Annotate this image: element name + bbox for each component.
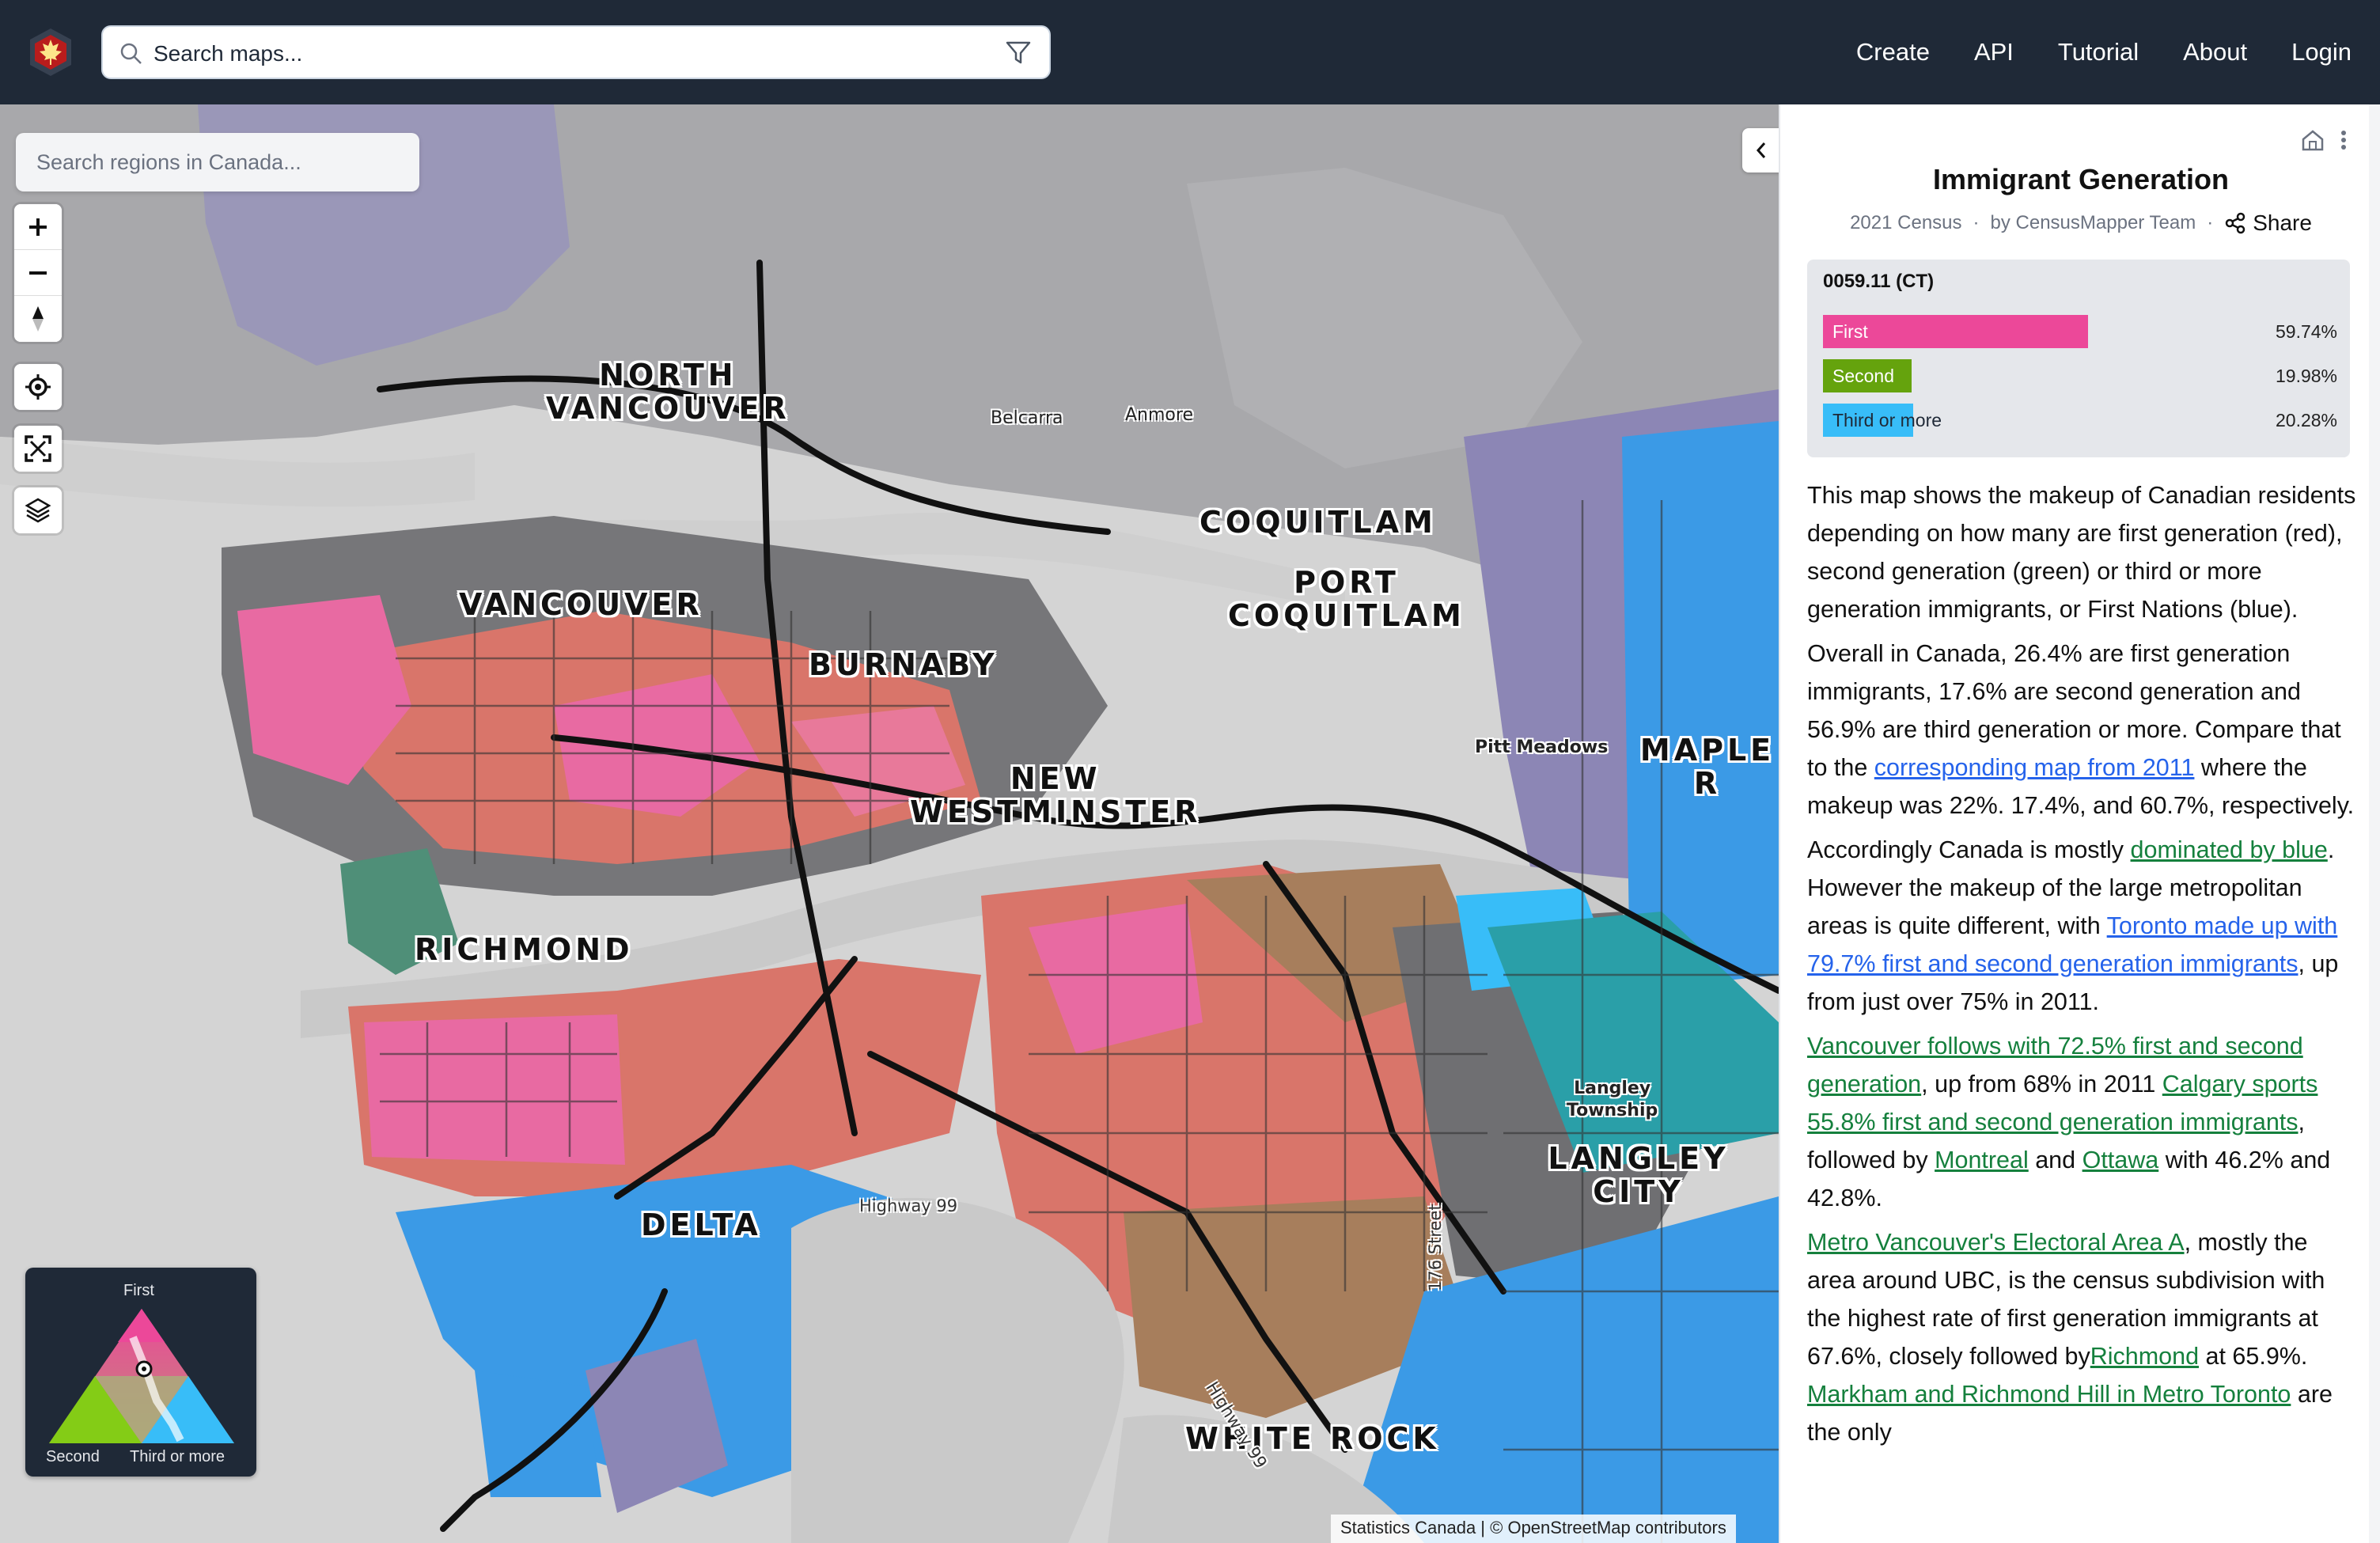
desc-paragraph-5: Metro Vancouver's Electoral Area A, most… [1807,1229,2333,1446]
share-icon [2225,212,2245,234]
bar-row-second: Second 19.98% [1823,359,2337,392]
city-label-vancouver: VANCOUVER [459,587,703,622]
link-montreal[interactable]: Montreal [1935,1147,2029,1173]
town-label-langley-township: Langley Township [1567,1079,1658,1120]
zoom-in-button[interactable] [14,204,62,250]
zoom-out-button[interactable] [14,250,62,296]
census-year: 2021 Census [1850,212,1962,233]
region-search-input[interactable] [16,133,419,191]
map-attribution[interactable]: Statistics Canada | © OpenStreetMap cont… [1331,1515,1736,1543]
panel-scrollbar[interactable] [2369,104,2380,1543]
ternary-legend: First Second Third or more [25,1268,256,1477]
nav-create[interactable]: Create [1856,38,1930,66]
nav-login[interactable]: Login [2291,38,2352,66]
geolocate-button[interactable] [14,364,62,410]
chevron-left-icon [1756,142,1766,158]
nav-about[interactable]: About [2183,38,2247,66]
city-label-delta: DELTA [641,1207,762,1242]
share-label: Share [2253,210,2312,235]
desc-paragraph-2: Overall in Canada, 26.4% are first gener… [1807,640,2355,819]
legend-label-first: First [123,1282,154,1299]
meta-separator: · [1973,212,1980,233]
reset-north-button[interactable] [14,296,62,342]
region-breakdown-card: 0059.11 (CT) First 59.74% Second 19.98% … [1807,260,2350,457]
link-electoral-area-a[interactable]: Metro Vancouver's Electoral Area A [1807,1229,2185,1256]
link-markham-richmond-hill[interactable]: Markham and Richmond Hill in Metro Toron… [1807,1381,2291,1408]
map-canvas[interactable]: NORTH VANCOUVER VANCOUVER BURNABY COQUIT… [0,104,1779,1543]
desc-paragraph-4: Vancouver follows with 72.5% first and s… [1807,1033,2331,1211]
city-label-burnaby: BURNABY [809,647,999,682]
bar-value-first: 59.74% [2275,321,2337,342]
layers-button[interactable] [14,487,62,533]
info-panel: Immigrant Generation 2021 Census · by Ce… [1779,104,2380,1543]
filter-icon[interactable] [1005,40,1032,66]
desc-paragraph-1: This map shows the makeup of Canadian re… [1807,482,2356,623]
city-label-north-vancouver: NORTH VANCOUVER [546,358,790,426]
bar-label-second: Second [1832,366,1895,386]
bar-value-third: 20.28% [2275,410,2337,430]
bar-row-first: First 59.74% [1823,315,2337,348]
top-navbar: Create API Tutorial About Login [0,0,2380,104]
road-label-176-street: 176 Street [1426,1204,1445,1291]
map-description: This map shows the makeup of Canadian re… [1807,476,2361,1458]
city-label-port-coquitlam: PORT COQUITLAM [1228,565,1465,633]
more-vertical-icon[interactable] [2339,128,2348,152]
panel-actions [2301,128,2348,152]
city-label-white-rock: WHITE ROCK [1185,1421,1440,1456]
link-richmond[interactable]: Richmond [2090,1343,2199,1370]
bar-label-first: First [1832,321,1868,342]
desc-paragraph-3: Accordingly Canada is mostly dominated b… [1807,836,2339,1015]
link-2011-map[interactable]: corresponding map from 2011 [1874,754,2195,781]
layers-control [14,487,62,533]
ternary-triangle [49,1309,234,1443]
city-label-coquitlam: COQUITLAM [1199,505,1437,540]
map-search-bar[interactable] [101,25,1051,79]
link-ottawa[interactable]: Ottawa [2082,1147,2159,1173]
choropleth-map[interactable] [0,104,1779,1543]
bar-row-third: Third or more 20.28% [1823,404,2337,437]
locate-icon [25,374,51,400]
fullscreen-control [14,426,62,472]
map-search-input[interactable] [153,35,976,73]
map-author: by CensusMapper Team [1990,212,2196,233]
share-button[interactable]: Share [2224,210,2312,236]
city-label-langley-city: LANGLEY CITY [1548,1141,1730,1209]
main-nav: Create API Tutorial About Login [1856,32,2352,73]
legend-label-third: Third or more [130,1448,225,1465]
legend-label-second: Second [46,1448,100,1465]
town-label-anmore: Anmore [1125,405,1193,425]
layers-icon [25,498,51,523]
zoom-controls [14,204,62,342]
nav-tutorial[interactable]: Tutorial [2058,38,2139,66]
fullscreen-icon [25,435,51,462]
collapse-panel-button[interactable] [1742,128,1779,172]
plus-icon [29,218,47,236]
fullscreen-button[interactable] [14,426,62,472]
censusmapper-logo-icon[interactable] [27,27,74,78]
geolocate-control [14,364,62,410]
search-icon [120,43,142,64]
city-label-new-westminster: NEW WESTMINSTER [910,761,1202,829]
bar-value-second: 19.98% [2275,366,2337,386]
map-meta: 2021 Census · by CensusMapper Team · Sha… [1780,210,2380,236]
bar-label-third: Third or more [1832,410,1942,430]
minus-icon [29,271,47,275]
meta-separator: · [2207,212,2214,233]
city-label-maple-ridge: MAPLE R [1639,733,1776,801]
town-label-pitt-meadows: Pitt Meadows [1475,737,1609,757]
region-id: 0059.11 (CT) [1823,271,1935,292]
city-label-richmond: RICHMOND [415,932,634,967]
town-label-belcarra: Belcarra [991,408,1063,428]
nav-api[interactable]: API [1974,38,2014,66]
region-search-box[interactable] [16,133,419,191]
compass-icon [32,306,44,332]
link-dominated-by-blue[interactable]: dominated by blue [2131,836,2328,863]
road-label-highway-99: Highway 99 [859,1196,958,1215]
map-title: Immigrant Generation [1932,163,2230,195]
home-icon[interactable] [2301,128,2325,152]
